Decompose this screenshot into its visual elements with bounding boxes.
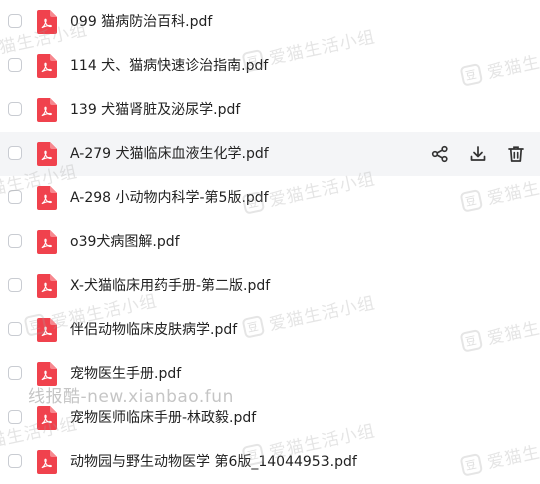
row-checkbox[interactable] [8,190,22,204]
file-name[interactable]: 宠物医师临床手册-林政毅.pdf [70,396,256,440]
file-row[interactable]: 114 犬、猫病快速诊治指南.pdf [0,44,540,88]
delete-button[interactable] [506,144,526,164]
file-name[interactable]: 139 犬猫肾脏及泌尿学.pdf [70,88,240,132]
row-actions [430,132,526,176]
pdf-file-icon [37,10,57,34]
file-name[interactable]: 伴侣动物临床皮肤病学.pdf [70,308,237,352]
pdf-file-icon [37,186,57,210]
file-row[interactable]: 宠物医师临床手册-林政毅.pdf [0,396,540,440]
file-name[interactable]: A-279 犬猫临床血液生化学.pdf [70,132,269,176]
row-checkbox[interactable] [8,234,22,248]
pdf-file-icon [37,54,57,78]
file-row[interactable]: A-298 小动物内科学-第5版.pdf [0,176,540,220]
pdf-file-icon [37,450,57,474]
file-row[interactable]: 099 猫病防治百科.pdf [0,0,540,44]
file-name[interactable]: 动物园与野生动物医学 第6版_14044953.pdf [70,440,357,484]
file-row-hovered[interactable]: A-279 犬猫临床血液生化学.pdf [0,132,540,176]
file-row[interactable]: 宠物医生手册.pdf [0,352,540,396]
row-checkbox[interactable] [8,454,22,468]
share-icon [431,145,448,163]
file-name[interactable]: 099 猫病防治百科.pdf [70,0,212,44]
row-checkbox[interactable] [8,322,22,336]
file-name[interactable]: A-298 小动物内科学-第5版.pdf [70,176,269,220]
download-icon [470,146,486,161]
pdf-file-icon [37,274,57,298]
pdf-file-icon [37,318,57,342]
row-checkbox[interactable] [8,14,22,28]
pdf-file-icon [37,230,57,254]
file-row[interactable]: 动物园与野生动物医学 第6版_14044953.pdf [0,440,540,484]
pdf-file-icon [37,98,57,122]
row-checkbox[interactable] [8,410,22,424]
file-name[interactable]: 114 犬、猫病快速诊治指南.pdf [70,44,268,88]
file-name[interactable]: 宠物医生手册.pdf [70,352,181,396]
row-checkbox[interactable] [8,102,22,116]
file-row[interactable]: 伴侣动物临床皮肤病学.pdf [0,308,540,352]
pdf-file-icon [37,142,57,166]
row-checkbox[interactable] [8,146,22,160]
file-name[interactable]: X-犬猫临床用药手册-第二版.pdf [70,264,270,308]
file-row[interactable]: 139 犬猫肾脏及泌尿学.pdf [0,88,540,132]
file-list: 099 猫病防治百科.pdf 114 犬、猫病快速诊治指南.pdf 139 犬猫… [0,0,540,484]
row-checkbox[interactable] [8,58,22,72]
pdf-file-icon [37,362,57,386]
row-checkbox[interactable] [8,366,22,380]
download-button[interactable] [468,144,488,164]
file-name[interactable]: o39犬病图解.pdf [70,220,180,264]
pdf-file-icon [37,406,57,430]
file-row[interactable]: X-犬猫临床用药手册-第二版.pdf [0,264,540,308]
share-button[interactable] [430,144,450,164]
file-row[interactable]: o39犬病图解.pdf [0,220,540,264]
trash-icon [508,146,524,162]
row-checkbox[interactable] [8,278,22,292]
